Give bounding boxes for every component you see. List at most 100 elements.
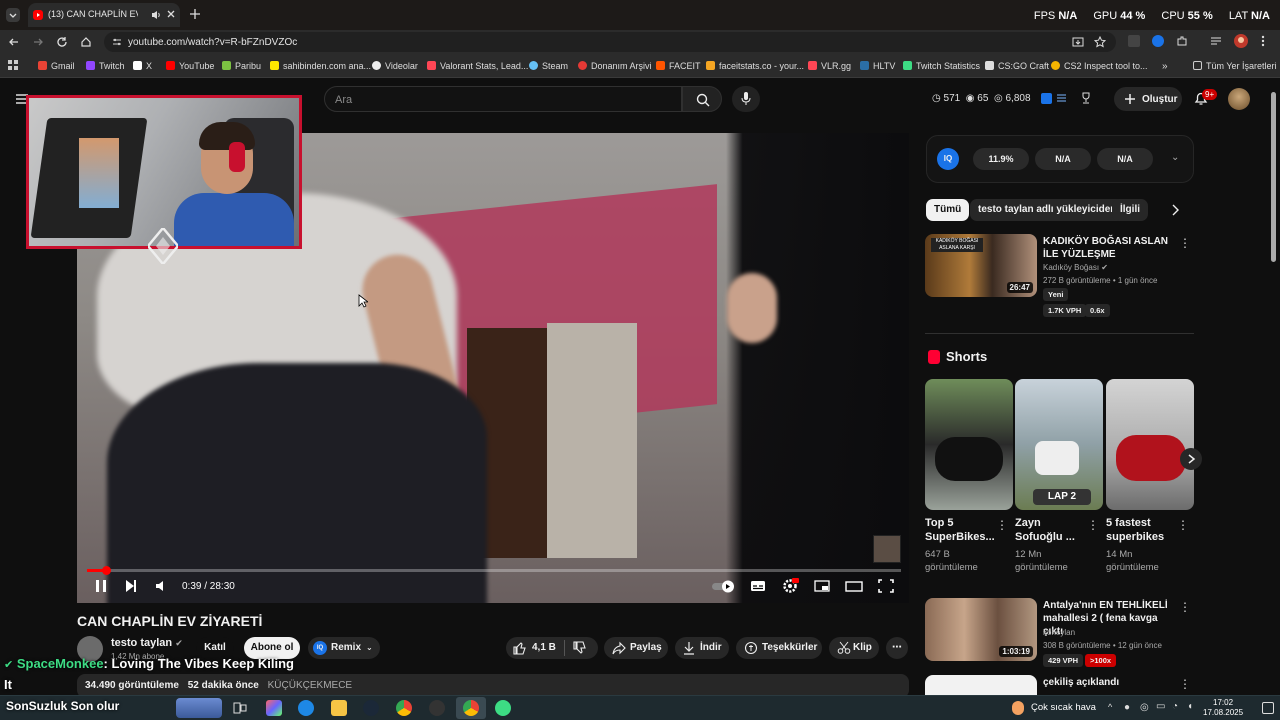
short-thumbnail-2[interactable]: LAP 2 bbox=[1015, 379, 1103, 510]
bookmark-steam[interactable]: Steam bbox=[529, 61, 568, 71]
channel-name[interactable]: testo taylan ✔ bbox=[111, 637, 183, 649]
channel-watermark[interactable] bbox=[873, 535, 901, 563]
volume-button[interactable] bbox=[153, 578, 171, 594]
short-thumbnail-1[interactable] bbox=[925, 379, 1013, 510]
profile-icon[interactable] bbox=[1234, 34, 1248, 48]
user-avatar[interactable] bbox=[1228, 88, 1250, 110]
rec-channel[interactable]: koheylan bbox=[1043, 628, 1075, 637]
bookmark-paribu[interactable]: Paribu bbox=[222, 61, 261, 71]
like-button[interactable] bbox=[512, 641, 526, 655]
bookmark-hltv[interactable]: HLTV bbox=[860, 61, 895, 71]
forward-icon[interactable] bbox=[32, 36, 44, 48]
voice-search-button[interactable] bbox=[732, 86, 760, 112]
search-button[interactable] bbox=[682, 86, 722, 112]
task-view-icon[interactable] bbox=[232, 700, 248, 716]
new-tab-icon[interactable] bbox=[189, 8, 201, 20]
browser-tab-active[interactable]: (13) CAN CHAPLİN EV ZİYARETİ bbox=[28, 3, 180, 27]
autoplay-toggle[interactable] bbox=[711, 578, 737, 594]
bookmark-videolar[interactable]: Videolar bbox=[372, 61, 418, 71]
bookmark-twitch[interactable]: Twitch bbox=[86, 61, 125, 71]
bookmark-gmail[interactable]: Gmail bbox=[38, 61, 75, 71]
progress-bar[interactable] bbox=[87, 566, 901, 575]
obs-icon[interactable] bbox=[429, 700, 445, 716]
clip-button[interactable]: Klip bbox=[829, 637, 879, 659]
bookmarks-overflow-icon[interactable]: » bbox=[1162, 61, 1168, 72]
rec-title[interactable]: KADIKÖY BOĞASI ASLAN İLE YÜZLEŞME bbox=[1043, 235, 1177, 261]
all-bookmarks-folder[interactable]: Tüm Yer İşaretleri bbox=[1193, 61, 1277, 71]
rec-channel[interactable]: Kadıköy Boğası ✔ bbox=[1043, 263, 1108, 272]
bookmark-sahibinden[interactable]: sahibinden.com ana... bbox=[270, 61, 371, 71]
shorts-next-button[interactable] bbox=[1180, 448, 1202, 470]
scrollbar-thumb[interactable] bbox=[1271, 92, 1276, 262]
bookmark-valorant[interactable]: Valorant Stats, Lead... bbox=[427, 61, 528, 71]
short-more-icon-2[interactable]: ⋮ bbox=[1087, 518, 1099, 532]
tray-mic-icon[interactable]: ● bbox=[1124, 702, 1130, 713]
green-app-icon[interactable] bbox=[495, 700, 511, 716]
tab-search-icon[interactable] bbox=[6, 8, 20, 22]
short-more-icon-3[interactable]: ⋮ bbox=[1177, 518, 1189, 532]
recommended-video[interactable]: 1:03:19 Antalya'nın EN TEHLİKELİ mahalle… bbox=[925, 598, 1195, 668]
video-thumbnail[interactable] bbox=[925, 675, 1037, 695]
theater-mode-button[interactable] bbox=[845, 578, 863, 594]
tray-chevron-icon[interactable]: ^ bbox=[1108, 702, 1112, 712]
short-title-1[interactable]: Top 5 SuperBikes... bbox=[925, 516, 997, 544]
bookmark-vlr[interactable]: VLR.gg bbox=[808, 61, 851, 71]
install-app-icon[interactable] bbox=[1072, 36, 1084, 48]
chip-all[interactable]: Tümü bbox=[926, 199, 970, 221]
bookmark-youtube[interactable]: YouTube bbox=[166, 61, 214, 71]
short-more-icon-1[interactable]: ⋮ bbox=[996, 518, 1008, 532]
weather-text[interactable]: Çok sıcak hava bbox=[1031, 702, 1096, 713]
iq-ext-icon[interactable] bbox=[1041, 93, 1052, 104]
thanks-button[interactable]: Teşekkürler bbox=[736, 637, 822, 659]
create-button[interactable]: Oluştur bbox=[1114, 87, 1182, 111]
bookmark-twitch-statistics[interactable]: Twitch Statistics bbox=[903, 61, 980, 71]
short-title-2[interactable]: Zayn Sofuoğlu ... bbox=[1015, 516, 1087, 544]
reading-list-icon[interactable] bbox=[1210, 35, 1222, 47]
trophy-icon[interactable] bbox=[1080, 92, 1092, 104]
site-info-icon[interactable] bbox=[112, 37, 122, 47]
dislike-button[interactable] bbox=[572, 641, 586, 655]
extensions-puzzle-icon[interactable] bbox=[1176, 35, 1188, 47]
next-button[interactable] bbox=[122, 578, 140, 594]
subtitles-button[interactable] bbox=[749, 578, 767, 594]
extension-icon[interactable] bbox=[1128, 35, 1140, 47]
tab-close-icon[interactable] bbox=[166, 9, 176, 19]
pause-button[interactable] bbox=[92, 578, 110, 594]
search-input[interactable]: Ara bbox=[324, 86, 682, 112]
iq-expand-chevron-icon[interactable]: ⌄ bbox=[1171, 152, 1179, 163]
share-button[interactable]: Paylaş bbox=[604, 637, 668, 659]
bookmark-csgo-craft[interactable]: CS:GO Craft bbox=[985, 61, 1049, 71]
home-icon[interactable] bbox=[80, 36, 92, 48]
bookmark-faceitstats[interactable]: faceitstats.co - your... bbox=[706, 61, 804, 71]
reload-icon[interactable] bbox=[56, 36, 68, 48]
scrubber-handle[interactable] bbox=[101, 566, 111, 575]
rec-title[interactable]: çekiliş açıklandı bbox=[1043, 676, 1177, 689]
copilot-icon[interactable] bbox=[266, 700, 282, 716]
video-thumbnail[interactable]: 1:03:19 bbox=[925, 598, 1037, 661]
recommended-video[interactable]: çekiliş açıklandı ⋮ bbox=[925, 675, 1195, 695]
miniplayer-button[interactable] bbox=[813, 578, 831, 594]
chrome-icon[interactable] bbox=[396, 700, 412, 716]
tab-audio-icon[interactable] bbox=[150, 9, 162, 21]
bookmark-faceit[interactable]: FACEIT bbox=[656, 61, 701, 71]
apps-grid-icon[interactable] bbox=[8, 60, 19, 71]
back-icon[interactable] bbox=[8, 36, 20, 48]
bookmark-cs2-inspect[interactable]: CS2 Inspect tool to... bbox=[1051, 61, 1148, 71]
extension-blue-icon[interactable] bbox=[1152, 35, 1164, 47]
chip-from-uploader[interactable]: testo taylan adlı yükleyiciden bbox=[970, 199, 1125, 221]
chrome-active-icon[interactable] bbox=[463, 700, 479, 716]
tray-wifi-icon[interactable]: ◔ bbox=[1172, 701, 1178, 712]
taskbar-widget[interactable] bbox=[176, 698, 222, 718]
short-title-3[interactable]: 5 fastest superbikes bbox=[1106, 516, 1178, 544]
rec-more-icon[interactable]: ⋮ bbox=[1179, 236, 1191, 250]
video-thumbnail[interactable]: KADIKÖY BOĞASI ASLANA KARŞI 26:47 bbox=[925, 234, 1037, 297]
tray-app-icon[interactable]: ◎ bbox=[1140, 702, 1149, 713]
edge-icon[interactable] bbox=[298, 700, 314, 716]
bookmark-x[interactable]: X bbox=[133, 61, 152, 71]
remix-button[interactable]: IQ Remix ⌄ bbox=[308, 637, 380, 659]
url-bar[interactable]: youtube.com/watch?v=R-bFZnDVZOc bbox=[104, 32, 1116, 52]
short-thumbnail-3[interactable] bbox=[1106, 379, 1194, 510]
chips-next-chevron-icon[interactable] bbox=[1170, 204, 1180, 216]
file-explorer-icon[interactable] bbox=[331, 700, 347, 716]
chip-related[interactable]: İlgili bbox=[1112, 199, 1148, 221]
